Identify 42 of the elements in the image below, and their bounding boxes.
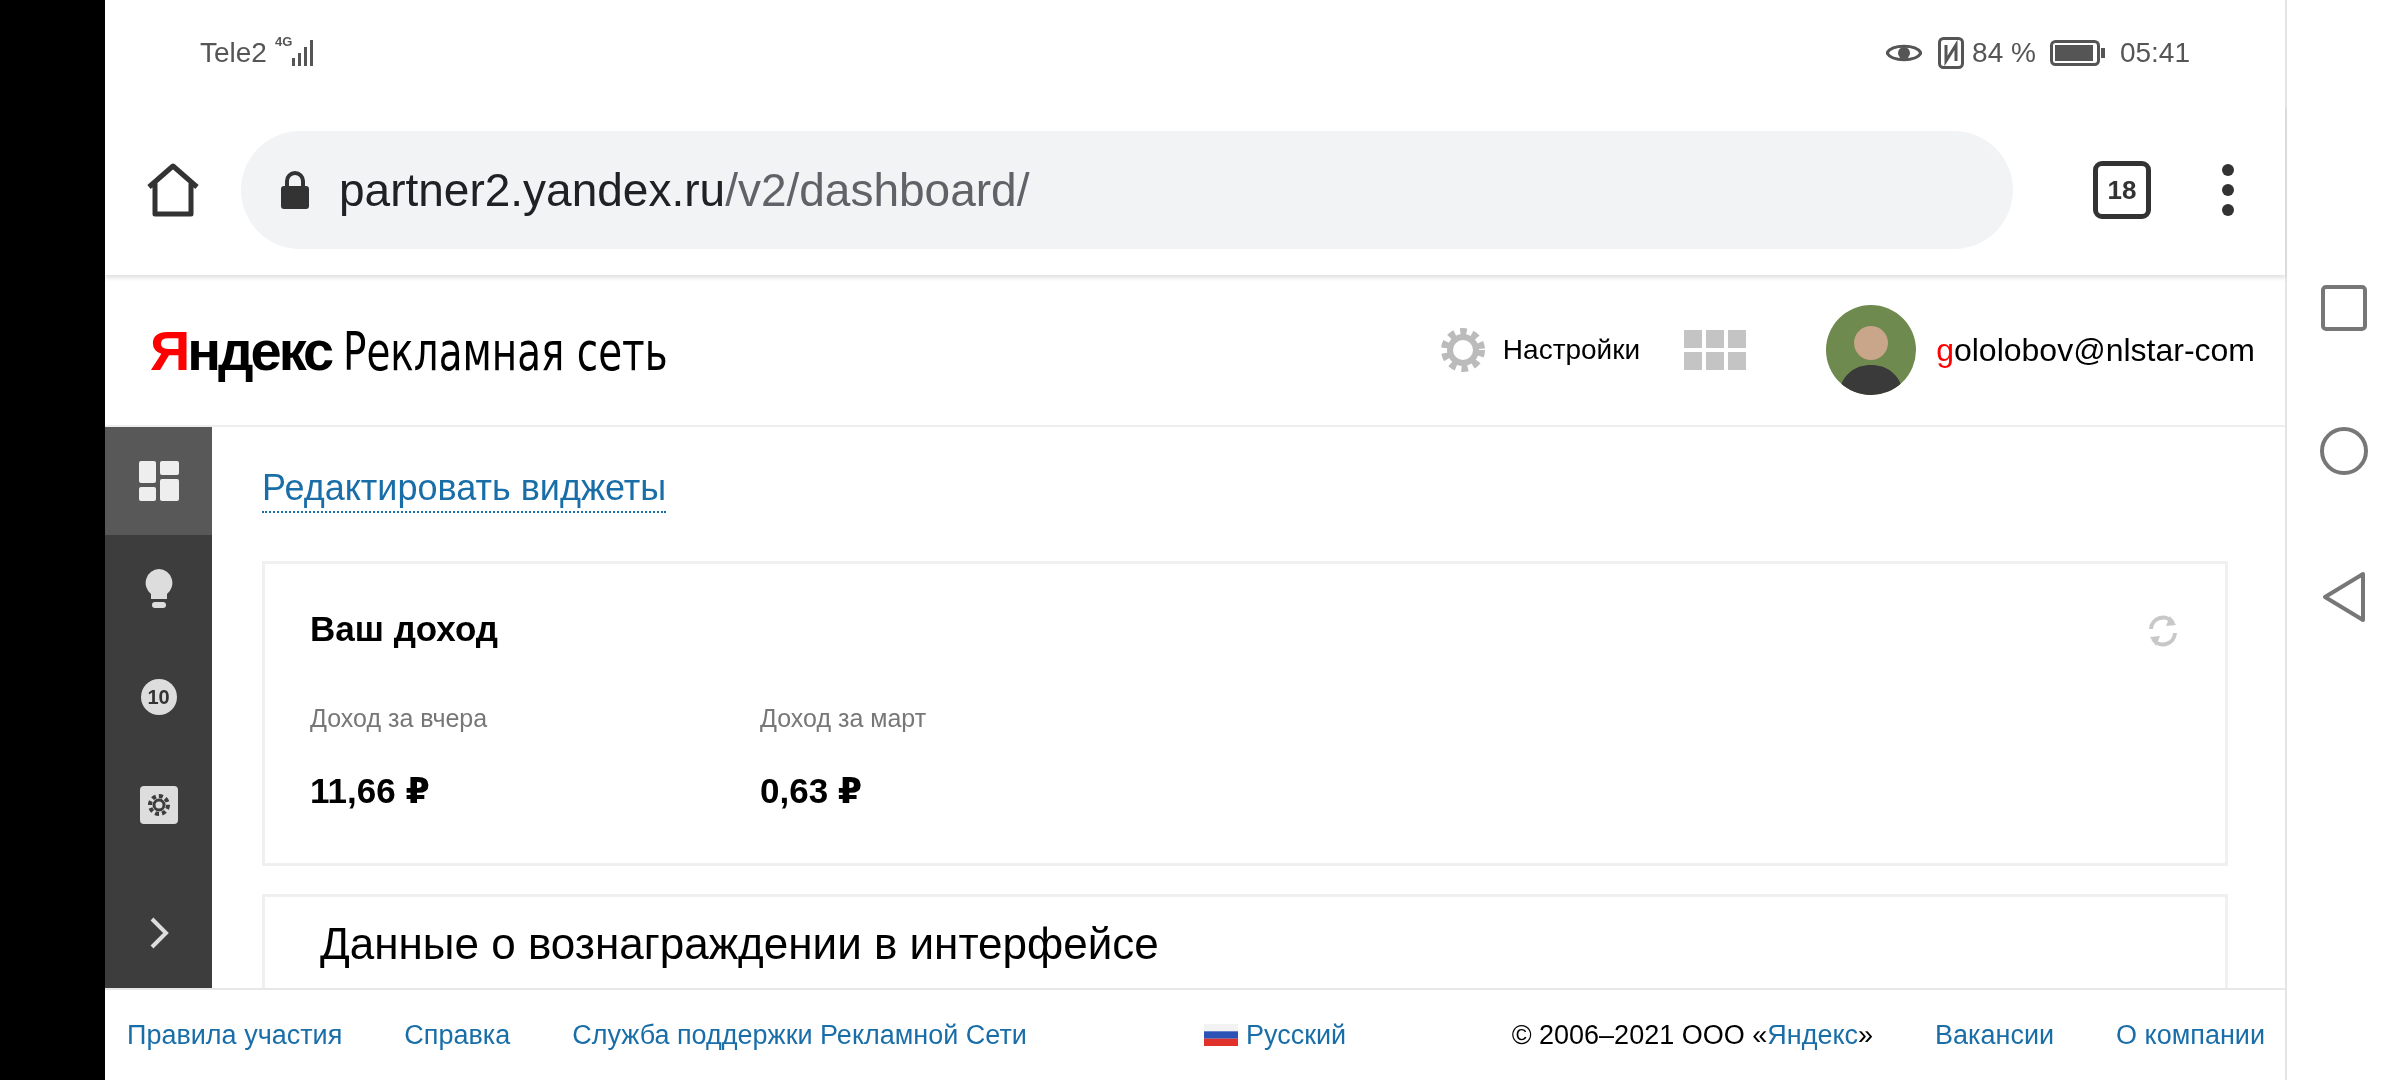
copyright-text: © 2006–2021 ООО «Яндекс» <box>1511 1019 1874 1051</box>
network-type: 4G <box>274 34 293 49</box>
battery-percent: 84 % <box>1972 36 2036 69</box>
recent-apps-icon[interactable] <box>2320 285 2367 331</box>
sidebar-item[interactable] <box>105 427 212 535</box>
card-title: Ваш доход <box>310 609 499 649</box>
back-triangle-icon[interactable] <box>2320 571 2367 623</box>
card-title: Данные о вознаграждении в интерфейсе <box>320 919 1159 969</box>
user-login[interactable]: gololobov@nlstar-com <box>1936 331 2255 369</box>
edit-widgets-link[interactable]: Редактировать виджеты <box>262 465 667 513</box>
home-circle-icon[interactable] <box>2318 426 2369 476</box>
sidebar-item[interactable]: 10 <box>105 643 212 751</box>
language-link[interactable]: Русский <box>1203 1019 1347 1051</box>
footer-link[interactable]: Правила участия <box>127 1019 343 1051</box>
lock-icon <box>281 171 309 209</box>
count-badge: 10 <box>140 679 177 715</box>
flag-icon <box>1203 1024 1238 1046</box>
footer-link[interactable]: Справка <box>404 1019 511 1051</box>
tab-count-button[interactable]: 18 <box>2093 161 2151 219</box>
clock-time: 05:41 <box>2119 36 2190 69</box>
metric-value: 0,63 ₽ <box>760 771 863 811</box>
yandex-link[interactable]: Яндекс <box>1767 1019 1858 1050</box>
battery-icon <box>2049 39 2106 66</box>
settings-icon <box>139 786 178 824</box>
home-icon[interactable] <box>145 163 201 217</box>
footer-link[interactable]: Служба поддержки Рекламной Сети <box>572 1019 1027 1051</box>
carrier-name: Tele2 <box>200 36 267 69</box>
nfc-icon <box>1938 36 1965 69</box>
footer-link[interactable]: О компании <box>2116 1019 2265 1051</box>
metric-label: Доход за вчера <box>310 704 488 733</box>
chevron-right-icon <box>148 916 169 950</box>
lightbulb-icon <box>143 569 174 609</box>
more-options-icon[interactable] <box>2221 163 2235 217</box>
url-text: partner2.yandex.ru/v2/dashboard/ <box>339 163 1030 217</box>
settings-icon <box>1438 326 1487 374</box>
site-logo[interactable]: Яндекс Рекламная сеть <box>150 317 689 383</box>
metric-label: Доход за март <box>760 704 927 733</box>
settings-link[interactable]: Настройки <box>1438 326 1641 374</box>
metric-value: 11,66 ₽ <box>310 771 430 811</box>
dashboard-icon <box>138 461 179 501</box>
address-bar[interactable]: partner2.yandex.ru/v2/dashboard/ <box>241 131 2013 249</box>
footer-link[interactable]: Вакансии <box>1935 1019 2055 1051</box>
